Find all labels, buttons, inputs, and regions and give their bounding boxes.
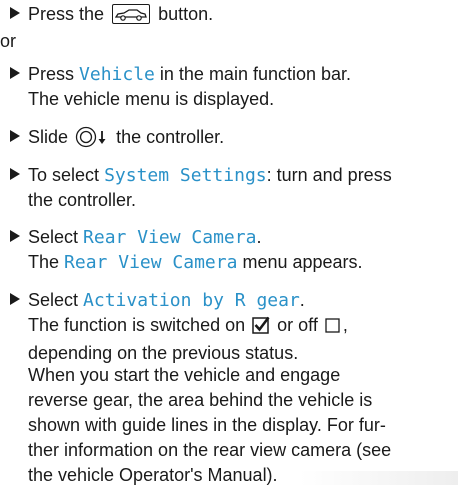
menu-label-vehicle: Vehicle (79, 64, 155, 85)
menu-label-rear-view-camera-2: Rear View Camera (64, 252, 238, 273)
or-separator: or (0, 31, 17, 51)
controller-slide-down-icon (75, 126, 109, 155)
step-press-vehicle: Press Vehicle in the main function bar. … (0, 62, 458, 112)
bullet-arrow-icon (10, 7, 20, 19)
checkbox-checked-icon (252, 316, 270, 341)
bullet-arrow-icon (10, 67, 20, 79)
page-edge-shade (300, 471, 458, 485)
menu-label-system-settings: System Settings (104, 165, 267, 186)
step-select-system-settings: To select System Settings: turn and pres… (0, 163, 458, 213)
checkbox-unchecked-icon (325, 316, 341, 341)
car-button-icon (112, 4, 151, 24)
step-select-activation: Select Activation by R gear. The functio… (0, 288, 458, 366)
step-select-rear-view-camera: Select Rear View Camera. The Rear View C… (0, 225, 458, 275)
bullet-arrow-icon (10, 130, 20, 142)
menu-label-activation-by-r-gear: Activation by R gear (83, 290, 300, 311)
step-slide-controller: Slide the controller. (0, 125, 458, 155)
info-paragraph: When you start the vehicle and engage re… (28, 365, 392, 485)
manual-page: Press the button. or Press Vehicle in th… (0, 0, 458, 485)
bullet-arrow-icon (10, 230, 20, 242)
bullet-arrow-icon (10, 168, 20, 180)
step-press-car-button: Press the button. (0, 2, 458, 27)
menu-label-rear-view-camera: Rear View Camera (83, 227, 257, 248)
bullet-arrow-icon (10, 293, 20, 305)
